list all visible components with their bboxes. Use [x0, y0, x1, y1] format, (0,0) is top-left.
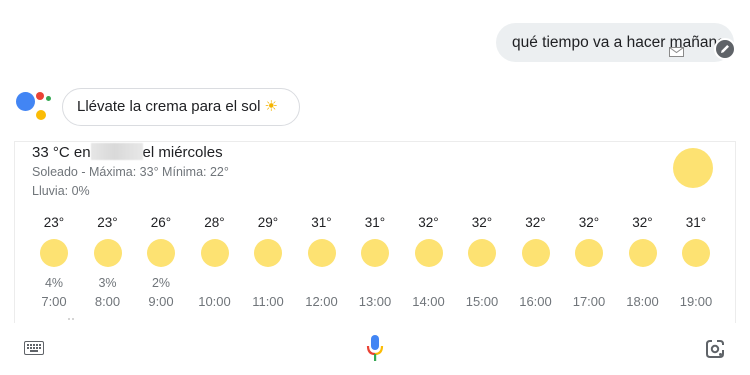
hourly-time: 14:00 [412, 294, 445, 309]
hourly-time: 17:00 [572, 294, 606, 309]
sun-icon [361, 239, 389, 267]
weather-card[interactable]: 33 °C en el miércoles Soleado - Máxima: 3… [14, 141, 736, 323]
hourly-time: 11:00 [252, 294, 284, 309]
hourly-time: 9:00 [148, 294, 174, 309]
hourly-precipitation [243, 276, 293, 292]
user-query-bubble[interactable]: qué tiempo va a hacer mañana [496, 23, 734, 62]
sun-icon [521, 239, 550, 267]
hourly-item: 31° 19:00 [671, 215, 721, 309]
hourly-time: 16:00 [519, 294, 552, 309]
edit-query-button[interactable] [714, 38, 736, 60]
hourly-item: 23° 3% 8:00 [83, 215, 133, 309]
sun-emoji-icon: ☀ [264, 98, 278, 115]
logo-red-dot [36, 92, 44, 100]
sun-icon [575, 239, 603, 267]
hourly-item: 32° 15:00 [457, 215, 507, 309]
hourly-time: 8:00 [94, 294, 121, 309]
hourly-precipitation [297, 276, 347, 292]
hourly-precipitation [190, 276, 240, 292]
hourly-temperature: 31° [364, 215, 386, 230]
sun-icon [147, 239, 175, 267]
rain-probability: Lluvia: 0% [32, 184, 90, 198]
hourly-item: 28° 10:00 [190, 215, 240, 309]
hourly-item: 32° 16:00 [511, 215, 561, 309]
sun-icon [414, 239, 443, 267]
scroll-hint [68, 318, 74, 321]
hourly-item: 31° 12:00 [297, 215, 347, 309]
sun-icon [682, 239, 710, 267]
hourly-precipitation [457, 276, 507, 292]
microphone-icon[interactable] [365, 334, 385, 362]
sun-icon [254, 239, 282, 267]
sun-icon [40, 239, 68, 267]
google-assistant-logo-icon [14, 88, 54, 124]
sun-icon [628, 239, 657, 267]
redacted-location [90, 143, 143, 160]
hourly-item: 29° 11:00 [243, 215, 293, 309]
sun-icon [307, 239, 336, 267]
hourly-precipitation [350, 276, 400, 292]
hourly-item: 23° 4% 7:00 [29, 215, 79, 309]
current-temperature: 33 °C en [32, 144, 91, 161]
hourly-item: 32° 17:00 [564, 215, 614, 309]
hourly-temperature: 32° [471, 215, 493, 230]
weather-headline: 33 °C en el miércoles [32, 143, 223, 161]
keyboard-icon[interactable] [24, 341, 44, 355]
hourly-temperature: 29° [257, 215, 279, 230]
hourly-temperature: 28° [204, 215, 225, 230]
envelope-icon [669, 47, 684, 57]
sun-icon [673, 148, 713, 188]
hourly-temperature: 23° [43, 215, 65, 230]
hourly-precipitation: 2% [151, 276, 171, 290]
hourly-precipitation: 4% [44, 276, 64, 290]
sun-icon [468, 239, 496, 267]
hourly-temperature: 23° [97, 215, 118, 230]
hourly-time: 12:00 [305, 294, 338, 309]
hourly-temperature: 32° [418, 215, 439, 230]
hourly-temperature: 31° [311, 215, 332, 230]
logo-yellow-dot [36, 110, 46, 120]
logo-blue-dot [16, 92, 35, 111]
hourly-temperature: 26° [150, 215, 172, 230]
hourly-precipitation [564, 276, 614, 292]
sun-icon [93, 239, 122, 267]
hourly-precipitation [511, 276, 561, 292]
user-query-text: qué tiempo va a hacer mañana [512, 34, 726, 51]
hourly-item: 32° 18:00 [618, 215, 668, 309]
logo-green-dot [46, 96, 51, 101]
hourly-time: 13:00 [358, 294, 392, 309]
hourly-temperature: 32° [525, 215, 546, 230]
weather-summary: Soleado - Máxima: 33° Mínima: 22° [32, 165, 229, 179]
hourly-item: 31° 13:00 [350, 215, 400, 309]
hourly-temperature: 31° [685, 215, 707, 230]
edit-pencil-icon [721, 45, 729, 53]
hourly-precipitation [671, 276, 721, 292]
google-lens-icon[interactable] [704, 338, 726, 360]
hourly-temperature: 32° [578, 215, 600, 230]
hourly-time: 19:00 [679, 294, 713, 309]
hourly-time: 10:00 [198, 294, 231, 309]
hourly-time: 7:00 [41, 294, 67, 309]
forecast-day: el miércoles [142, 144, 223, 161]
assistant-response-chip[interactable]: Llévate la crema para el sol ☀ [62, 88, 300, 126]
hourly-precipitation: 3% [98, 276, 117, 290]
response-text: Llévate la crema para el sol [77, 98, 261, 115]
hourly-precipitation [618, 276, 668, 292]
hourly-item: 26° 2% 9:00 [136, 215, 186, 309]
sun-icon [200, 239, 229, 267]
hourly-item: 32° 14:00 [404, 215, 454, 309]
hourly-time: 15:00 [465, 294, 499, 309]
hourly-precipitation [404, 276, 454, 292]
hourly-temperature: 32° [632, 215, 653, 230]
hourly-time: 18:00 [626, 294, 659, 309]
